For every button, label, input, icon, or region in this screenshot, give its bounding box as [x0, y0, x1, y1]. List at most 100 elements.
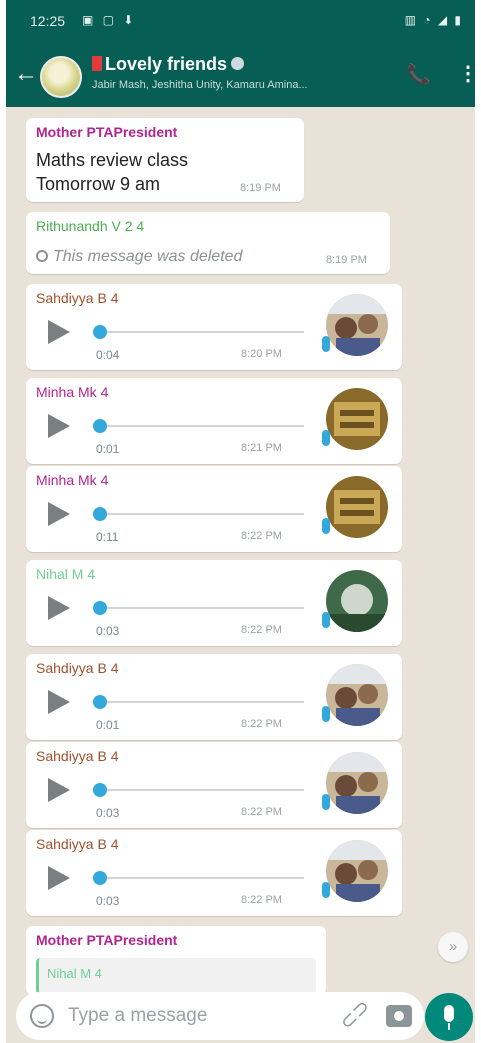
- audio-track[interactable]: [96, 701, 304, 703]
- audio-duration: 0:03: [96, 894, 120, 908]
- message-sender: Nihal M 4: [36, 566, 96, 582]
- deleted-message[interactable]: Rithunandh V 2 4 This message was delete…: [26, 212, 390, 274]
- seek-knob[interactable]: [93, 507, 107, 521]
- sender-photo[interactable]: [326, 664, 388, 726]
- play-icon[interactable]: [48, 596, 70, 620]
- group-avatar[interactable]: [40, 56, 82, 98]
- voice-message[interactable]: Minha Mk 4 0:11 8:22 PM: [26, 466, 402, 552]
- seek-knob[interactable]: [93, 871, 107, 885]
- chevron-down-icon[interactable]: »: [438, 932, 468, 962]
- add-call-icon[interactable]: 📞: [406, 62, 431, 87]
- chat-header: ← Lovely friends Jabir Mash, Jeshitha Un…: [6, 44, 475, 107]
- menu-dots-icon[interactable]: ⋮: [458, 61, 475, 86]
- play-icon[interactable]: [48, 690, 70, 714]
- mic-icon: [322, 794, 330, 810]
- audio-track[interactable]: [96, 425, 304, 427]
- message-line: Maths review class: [36, 150, 189, 170]
- message-sender: Minha Mk 4: [36, 472, 109, 488]
- group-name: Lovely friends: [105, 54, 228, 74]
- system-icons: ▥ ◔ ◢ ▮: [404, 13, 463, 27]
- audio-duration: 0:01: [96, 442, 120, 456]
- quoted-sender: Nihal M 4: [47, 966, 102, 981]
- audio-track[interactable]: [96, 331, 304, 333]
- message-sender: Rithunandh V 2 4: [36, 218, 145, 234]
- seek-knob[interactable]: [93, 783, 107, 797]
- voice-message[interactable]: Sahdiyya B 4 0:03 8:22 PM: [26, 742, 402, 828]
- message-time: 8:22 PM: [241, 530, 282, 542]
- play-icon[interactable]: [48, 414, 70, 438]
- message-input[interactable]: [68, 1000, 318, 1032]
- status-time: 12:25: [30, 13, 66, 29]
- mic-icon: [322, 430, 330, 446]
- sender-photo[interactable]: [326, 840, 388, 902]
- voice-message[interactable]: Sahdiyya B 4 0:01 8:22 PM: [26, 654, 402, 740]
- group-members: Jabir Mash, Jeshitha Unity, Kamaru Amina…: [92, 79, 308, 91]
- audio-duration: 0:11: [96, 530, 119, 544]
- seek-knob[interactable]: [93, 695, 107, 709]
- emoji-icon[interactable]: [30, 1004, 54, 1028]
- audio-duration: 0:03: [96, 806, 120, 820]
- message-time: 8:22 PM: [241, 894, 282, 906]
- audio-track[interactable]: [96, 607, 304, 609]
- sender-photo[interactable]: [326, 752, 388, 814]
- phone-screen: 12:25 ▣ ▢ ⬇ ▥ ◔ ◢ ▮ ← Lovely friends Jab…: [6, 0, 475, 1043]
- message-sender: Sahdiyya B 4: [36, 660, 119, 676]
- message-sender: Sahdiyya B 4: [36, 748, 119, 764]
- mic-icon: [322, 706, 330, 722]
- back-arrow-icon[interactable]: ←: [14, 60, 38, 88]
- text-message[interactable]: Mother PTAPresident Maths review class T…: [26, 118, 304, 202]
- message-sender: Mother PTAPresident: [36, 932, 178, 948]
- message-sender: Sahdiyya B 4: [36, 836, 119, 852]
- quoted-message[interactable]: Nihal M 4: [36, 958, 316, 994]
- mic-icon: [322, 336, 330, 352]
- message-time: 8:20 PM: [241, 348, 282, 360]
- group-title[interactable]: Lovely friends Jabir Mash, Jeshitha Unit…: [92, 54, 392, 91]
- audio-track[interactable]: [96, 877, 304, 879]
- audio-duration: 0:01: [96, 718, 120, 732]
- message-time: 8:22 PM: [241, 624, 282, 636]
- sender-photo[interactable]: [326, 570, 388, 632]
- audio-track[interactable]: [96, 513, 304, 515]
- seek-knob[interactable]: [93, 325, 107, 339]
- sender-photo[interactable]: [326, 388, 388, 450]
- play-icon[interactable]: [48, 320, 70, 344]
- message-time: 8:22 PM: [241, 718, 282, 730]
- play-icon[interactable]: [48, 502, 70, 526]
- message-sender: Mother PTAPresident: [36, 124, 178, 140]
- mic-icon: [322, 612, 330, 628]
- voice-message[interactable]: Nihal M 4 0:03 8:22 PM: [26, 560, 402, 646]
- seek-knob[interactable]: [93, 419, 107, 433]
- sender-photo[interactable]: [326, 294, 388, 356]
- voice-message[interactable]: Minha Mk 4 0:01 8:21 PM: [26, 378, 402, 464]
- audio-duration: 0:03: [96, 624, 120, 638]
- camera-icon[interactable]: [386, 1005, 412, 1027]
- status-bar: 12:25 ▣ ▢ ⬇ ▥ ◔ ◢ ▮: [6, 0, 475, 44]
- message-time: 8:19 PM: [240, 182, 281, 194]
- mic-icon: [444, 1005, 454, 1022]
- voice-message[interactable]: Sahdiyya B 4 0:04 8:20 PM: [26, 284, 402, 370]
- attach-icon[interactable]: ⊂⊃: [334, 994, 375, 1035]
- message-time: 8:22 PM: [241, 806, 282, 818]
- red-tag-icon: [92, 56, 102, 71]
- badge-icon: [231, 57, 245, 70]
- audio-track[interactable]: [96, 789, 304, 791]
- message-time: 8:21 PM: [241, 442, 282, 454]
- notification-icons: ▣ ▢ ⬇: [82, 13, 137, 27]
- voice-message[interactable]: Sahdiyya B 4 0:03 8:22 PM: [26, 830, 402, 916]
- text-message[interactable]: Mother PTAPresident Nihal M 4: [26, 926, 326, 996]
- deleted-icon: [36, 250, 48, 262]
- audio-duration: 0:04: [96, 348, 120, 362]
- voice-record-button[interactable]: [425, 993, 473, 1041]
- message-sender: Minha Mk 4: [36, 384, 109, 400]
- deleted-label: This message was deleted: [53, 248, 243, 265]
- play-icon[interactable]: [48, 778, 70, 802]
- message-line: Tomorrow 9 am: [36, 174, 161, 194]
- mic-icon: [322, 518, 330, 534]
- seek-knob[interactable]: [93, 601, 107, 615]
- composer: ⊂⊃: [16, 992, 424, 1040]
- sender-photo[interactable]: [326, 476, 388, 538]
- play-icon[interactable]: [48, 866, 70, 890]
- mic-icon: [322, 882, 330, 898]
- message-sender: Sahdiyya B 4: [36, 290, 119, 306]
- message-time: 8:19 PM: [326, 254, 367, 266]
